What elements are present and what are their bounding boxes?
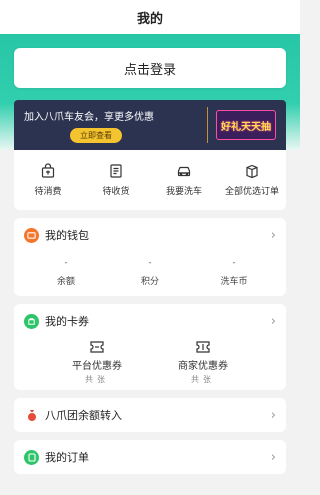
order-car-wash[interactable]: 我要洗车: [154, 163, 214, 197]
wallet-title: 我的钱包: [45, 229, 89, 242]
chevron-right-icon: ›: [270, 227, 276, 243]
wallet-header[interactable]: 我的钱包 ›: [14, 218, 286, 252]
transfer-row[interactable]: 八爪团余额转入 ›: [14, 398, 286, 432]
points-stat[interactable]: - 积分: [120, 258, 180, 287]
order-label: 待消费: [34, 187, 62, 197]
stat-value: -: [232, 257, 236, 268]
coupons-card: 我的卡券 › 平台优惠券 共张 商家优惠券 共张: [14, 304, 286, 390]
stat-label: 洗车币: [220, 276, 248, 287]
order-shortcuts: 待消费 待收货 我要洗车 全部优选订单: [14, 150, 286, 210]
profile-header: 点击登录 加入八爪车友会，享更多优惠 立即查看 好礼天天抽: [0, 34, 300, 150]
stat-label: 余额: [56, 276, 75, 287]
coupon-count: 共张: [85, 375, 109, 384]
transfer-title: 八爪团余额转入: [45, 409, 122, 422]
my-orders-card[interactable]: 我的订单 ›: [14, 440, 286, 474]
order-pending-receive[interactable]: 待收货: [86, 163, 146, 197]
transfer-card[interactable]: 八爪团余额转入 ›: [14, 398, 286, 432]
ticket-icon: [90, 341, 104, 353]
balance-stat[interactable]: - 余额: [36, 258, 96, 287]
promo-banner[interactable]: 加入八爪车友会，享更多优惠 立即查看 好礼天天抽: [14, 100, 286, 150]
chevron-right-icon: ›: [270, 313, 276, 329]
nav-bar: 我的: [0, 0, 300, 34]
order-label: 待收货: [102, 187, 130, 197]
order-pending-consume[interactable]: 待消费: [18, 163, 78, 197]
login-button[interactable]: 点击登录: [14, 48, 286, 88]
stat-value: -: [148, 257, 152, 268]
receipt-icon: [110, 164, 122, 178]
coupons-title: 我的卡券: [45, 315, 89, 328]
shopping-bag-icon: [41, 163, 55, 178]
coupon-list: 平台优惠券 共张 商家优惠券 共张: [14, 338, 286, 390]
order-label: 全部优选订单: [224, 187, 279, 197]
order-list-icon: [24, 449, 39, 465]
my-orders-title: 我的订单: [45, 451, 89, 464]
wallet-card: 我的钱包 › - 余额 - 积分 - 洗车币: [14, 218, 286, 296]
coupons-header[interactable]: 我的卡券 ›: [14, 304, 286, 338]
coupon-label: 平台优惠券: [72, 361, 122, 372]
order-label: 我要洗车: [165, 187, 202, 197]
coupon-label: 商家优惠券: [178, 361, 228, 372]
wallet-icon: [24, 227, 39, 243]
platform-coupon[interactable]: 平台优惠券 共张: [72, 340, 122, 385]
chevron-right-icon: ›: [270, 407, 276, 423]
stat-label: 积分: [140, 276, 159, 287]
coupon-icon: [196, 341, 210, 353]
package-icon: [246, 164, 258, 179]
wallet-stats: - 余额 - 积分 - 洗车币: [14, 252, 286, 296]
coupon-card-icon: [24, 313, 39, 329]
chevron-right-icon: ›: [270, 449, 276, 465]
car-icon: [177, 166, 191, 177]
money-bag-icon: [24, 407, 39, 423]
wash-coin-stat[interactable]: - 洗车币: [204, 258, 264, 287]
promo-text: 加入八爪车友会，享更多优惠: [24, 111, 154, 123]
order-all-selected[interactable]: 全部优选订单: [222, 163, 282, 197]
coupon-count: 共张: [191, 375, 215, 384]
page-title: 我的: [136, 11, 163, 27]
promo-view-button[interactable]: 立即查看: [70, 127, 122, 143]
lottery-badge[interactable]: 好礼天天抽: [216, 110, 276, 140]
my-orders-row[interactable]: 我的订单 ›: [14, 440, 286, 474]
merchant-coupon[interactable]: 商家优惠券 共张: [178, 340, 228, 385]
stat-value: -: [64, 257, 68, 268]
promo-divider: [207, 107, 208, 143]
